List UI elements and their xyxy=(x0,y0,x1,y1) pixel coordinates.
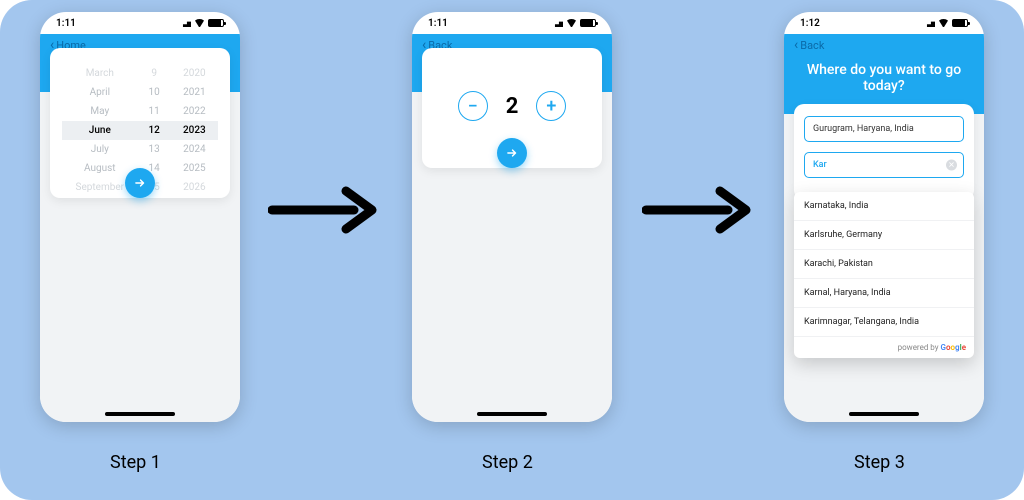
picker-cell[interactable]: 2023 xyxy=(171,121,218,140)
date-picker-card: March92020 April102021 May112022 June122023… xyxy=(50,48,230,198)
next-button[interactable] xyxy=(125,168,155,198)
status-time: 1:11 xyxy=(428,18,448,29)
picker-cell[interactable]: 11 xyxy=(138,102,171,121)
status-bar: 1:11 xyxy=(412,12,612,34)
phone-step-2: 1:11 ‹ Back How many people you are? − 2… xyxy=(412,12,612,422)
phone-step-1: 1:11 ‹ Home When you will be leaving? Ma… xyxy=(40,12,240,422)
signal-icon xyxy=(551,19,563,27)
phone-step-3: 1:12 ‹ Back Where do you want to go toda… xyxy=(784,12,984,422)
home-indicator xyxy=(477,412,547,416)
picker-cell[interactable]: 9 xyxy=(138,64,171,83)
picker-cell[interactable]: 12 xyxy=(138,121,171,140)
status-bar: 1:11 xyxy=(40,12,240,34)
destination-search-field[interactable]: Kar ✕ xyxy=(804,152,964,178)
powered-by-google: powered by Google xyxy=(794,337,974,358)
suggestion-item[interactable]: Karimnagar, Telangana, India xyxy=(794,308,974,337)
picker-cell[interactable]: 2024 xyxy=(171,140,218,159)
status-icons xyxy=(551,19,596,27)
destination-card: Gurugram, Haryana, India Kar ✕ xyxy=(794,104,974,200)
decrement-button[interactable]: − xyxy=(458,91,488,121)
back-label: Back xyxy=(800,39,824,52)
wifi-icon xyxy=(566,19,577,27)
people-stepper-card: − 2 + xyxy=(422,48,602,168)
picker-cell[interactable]: 2021 xyxy=(171,83,218,102)
battery-icon xyxy=(952,19,968,27)
picker-cell[interactable]: March xyxy=(62,64,138,83)
wifi-icon xyxy=(938,19,949,27)
picker-cell[interactable]: June xyxy=(62,121,138,140)
step-label-1: Step 1 xyxy=(110,452,161,473)
people-count: 2 xyxy=(506,94,519,119)
origin-field[interactable]: Gurugram, Haryana, India xyxy=(804,116,964,142)
picker-cell[interactable]: 13 xyxy=(138,140,171,159)
screen-body: − 2 + xyxy=(412,92,612,422)
suggestion-item[interactable]: Karachi, Pakistan xyxy=(794,250,974,279)
status-bar: 1:12 xyxy=(784,12,984,34)
arrow-right-icon xyxy=(133,176,147,190)
search-value: Kar xyxy=(813,160,827,170)
suggestions-dropdown: Karnataka, IndiaKarlsruhe, GermanyKarach… xyxy=(794,192,974,358)
picker-cell[interactable]: 2022 xyxy=(171,102,218,121)
status-time: 1:12 xyxy=(800,18,820,29)
picker-cell[interactable]: 2026 xyxy=(171,178,218,197)
clear-icon[interactable]: ✕ xyxy=(946,160,957,171)
screen-body: March92020April102021May112022June122023… xyxy=(40,92,240,422)
battery-icon xyxy=(580,19,596,27)
arrow-right-icon xyxy=(505,146,519,160)
next-button[interactable] xyxy=(497,138,527,168)
step-label-2: Step 2 xyxy=(482,452,533,473)
page-title: Where do you want to go today? xyxy=(794,62,974,94)
picker-cell[interactable]: 2025 xyxy=(171,159,218,178)
signal-icon xyxy=(179,19,191,27)
chevron-left-icon: ‹ xyxy=(794,38,798,52)
picker-cell[interactable]: May xyxy=(62,102,138,121)
tutorial-stage: 1:11 ‹ Home When you will be leaving? Ma… xyxy=(0,0,1024,500)
picker-cell[interactable]: 2020 xyxy=(171,64,218,83)
picker-cell[interactable]: July xyxy=(62,140,138,159)
screen-header: ‹ Back Where do you want to go today? xyxy=(784,34,984,114)
suggestion-item[interactable]: Karlsruhe, Germany xyxy=(794,221,974,250)
picker-cell[interactable]: April xyxy=(62,83,138,102)
status-time: 1:11 xyxy=(56,18,76,29)
signal-icon xyxy=(923,19,935,27)
wifi-icon xyxy=(194,19,205,27)
flow-arrow xyxy=(642,185,752,235)
home-indicator xyxy=(105,412,175,416)
status-icons xyxy=(179,19,224,27)
battery-icon xyxy=(208,19,224,27)
step-label-3: Step 3 xyxy=(854,452,905,473)
increment-button[interactable]: + xyxy=(536,91,566,121)
screen-body: Gurugram, Haryana, India Kar ✕ Karnataka… xyxy=(784,114,984,422)
status-icons xyxy=(923,19,968,27)
home-indicator xyxy=(849,412,919,416)
suggestion-item[interactable]: Karnal, Haryana, India xyxy=(794,279,974,308)
picker-cell[interactable]: 10 xyxy=(138,83,171,102)
suggestion-item[interactable]: Karnataka, India xyxy=(794,192,974,221)
back-button[interactable]: ‹ Back xyxy=(794,38,974,52)
flow-arrow xyxy=(268,185,378,235)
